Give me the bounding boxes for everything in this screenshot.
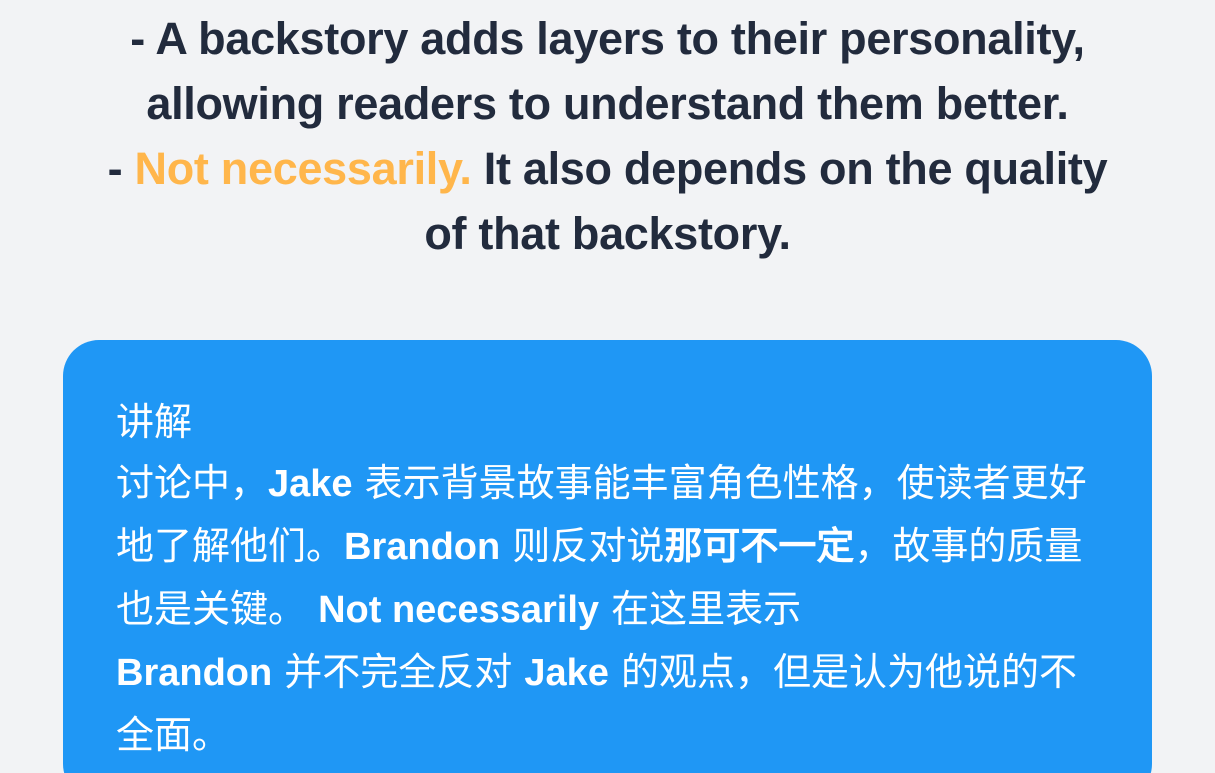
explanation-body: 讨论中，Jake 表示背景故事能丰富角色性格，使读者更好地了解他们。Brando… — [116, 452, 1092, 766]
lesson-page: - A backstory adds layers to their perso… — [0, 0, 1215, 773]
explanation-title: 讲解 — [116, 400, 193, 444]
highlighted-phrase: Not necessarily. — [134, 143, 472, 194]
dialogue-line-3: - Not necessarily. It also depends on th… — [0, 136, 1215, 201]
dialogue-line-2: allowing readers to understand them bett… — [146, 78, 1069, 129]
dialogue-text: - A backstory adds layers to their perso… — [0, 0, 1215, 266]
explanation-emphasis: 那可不一定 — [664, 524, 855, 568]
explanation-name: Brandon — [344, 526, 501, 568]
dialogue-line-1: - A backstory adds layers to their perso… — [130, 13, 1085, 64]
explanation-name: Brandon — [116, 652, 273, 694]
explanation-name: Jake — [268, 463, 353, 505]
dialogue-line-3-rest: It also depends on the quality — [471, 143, 1108, 194]
explanation-text: 则反对说 — [500, 524, 665, 568]
explanation-card: 讲解 讨论中，Jake 表示背景故事能丰富角色性格，使读者更好地了解他们。Bra… — [63, 340, 1152, 773]
explanation-text: 讨论中， — [116, 461, 269, 505]
dialogue-line-3-prefix: - — [107, 143, 135, 194]
explanation-text: 并不完全反对 — [272, 650, 525, 694]
explanation-name: Jake — [524, 652, 609, 694]
explanation-key-phrase: Not necessarily — [318, 589, 600, 631]
dialogue-line-4: of that backstory. — [424, 208, 791, 259]
explanation-text: 在这里表示 — [599, 587, 802, 631]
